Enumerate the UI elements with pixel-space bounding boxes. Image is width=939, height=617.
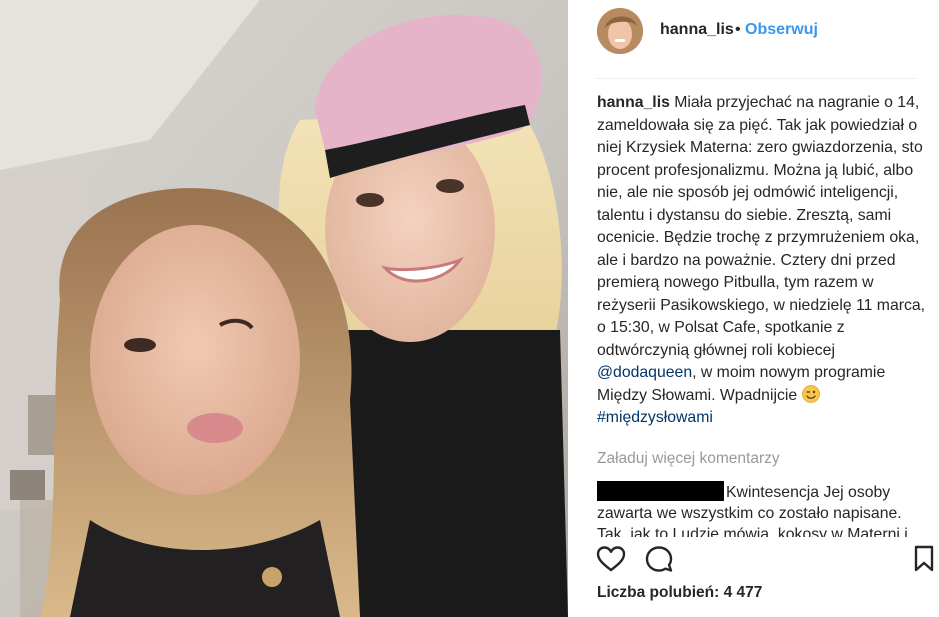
avatar[interactable] [597, 8, 643, 54]
avatar-image [597, 8, 643, 54]
likes-label: Liczba polubień: [597, 584, 720, 601]
username-link[interactable]: hanna_lis [660, 21, 734, 39]
comment-icon [645, 546, 673, 572]
hashtag-link[interactable]: #międzysłowami [597, 409, 713, 426]
redacted-username [597, 481, 724, 501]
header-divider [596, 78, 916, 79]
separator-dot: • [735, 21, 741, 38]
likes-count[interactable]: Liczba polubień: 4 477 [597, 584, 762, 602]
mention-link[interactable]: @dodaqueen [597, 364, 692, 381]
bookmark-icon [914, 545, 934, 572]
like-button[interactable] [595, 543, 627, 575]
post-header: hanna_lis • Obserwuj [568, 0, 939, 74]
post-details-panel: hanna_lis • Obserwuj hanna_lis Miała prz… [568, 0, 939, 617]
post-photo[interactable] [0, 0, 568, 617]
selfie-image [0, 0, 568, 617]
caption-text: Miała przyjechać na nagranie o 14, zamel… [597, 94, 926, 359]
save-button[interactable] [912, 543, 936, 575]
post-caption: hanna_lis Miała przyjechać na nagranie o… [597, 92, 927, 430]
heart-icon [596, 546, 626, 572]
likes-number: 4 477 [723, 584, 763, 601]
comment-item: Kwintesencja Jej osoby zawarta we wszyst… [597, 481, 927, 537]
caption-username[interactable]: hanna_lis [597, 94, 670, 111]
post-actions-bar [568, 539, 939, 579]
wink-smile-emoji-icon [801, 384, 820, 403]
load-more-comments-button[interactable]: Załaduj więcej komentarzy [597, 450, 780, 468]
follow-button[interactable]: Obserwuj [745, 21, 818, 39]
comment-button[interactable] [643, 543, 675, 575]
